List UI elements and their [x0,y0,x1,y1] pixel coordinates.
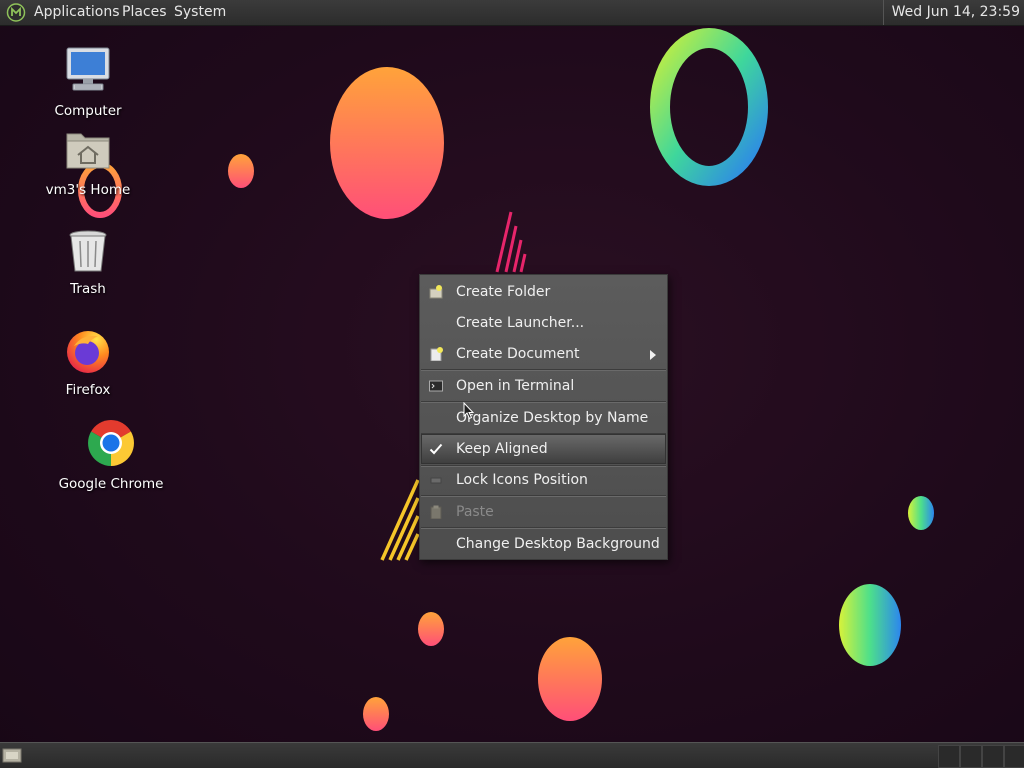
desktop-context-menu: Create Folder Create Launcher... Create … [419,274,668,560]
workspace-1[interactable] [938,745,960,768]
menu-item-label: Open in Terminal [456,378,575,394]
home-folder-icon [66,133,110,169]
menu-item-open-terminal[interactable]: Open in Terminal [421,371,666,401]
workspace-4[interactable] [1004,745,1024,768]
paste-icon [430,505,442,519]
computer-icon [66,47,110,91]
new-folder-icon [429,285,443,299]
menu-item-paste: Paste [421,497,666,527]
menu-item-create-folder[interactable]: Create Folder [421,277,666,307]
menu-item-label: Organize Desktop by Name [456,410,649,426]
menu-item-create-document[interactable]: Create Document [421,339,666,369]
show-desktop-icon[interactable] [2,747,22,764]
mouse-cursor-icon [463,402,475,420]
top-panel: Applications Places System Wed Jun 14, 2… [0,0,1024,26]
chrome-label: Google Chrome [58,476,164,492]
menu-item-label: Keep Aligned [456,441,548,457]
places-menu[interactable]: Places [122,4,167,20]
mate-logo-icon[interactable] [6,3,26,22]
menu-item-label: Paste [456,504,494,520]
menu-item-label: Create Folder [456,284,551,300]
chrome-icon [88,420,134,466]
new-document-icon [430,347,443,361]
home-label: vm3's Home [45,182,131,198]
menu-item-label: Lock Icons Position [456,472,588,488]
submenu-arrow-icon [650,350,656,360]
clock[interactable]: Wed Jun 14, 23:59 [882,0,1024,25]
trash-label: Trash [70,281,106,297]
menu-item-label: Create Document [456,346,580,362]
menu-item-organize-desktop[interactable]: Organize Desktop by Name [421,403,666,433]
firefox-label: Firefox [65,382,111,398]
applications-menu[interactable]: Applications [34,4,120,20]
menu-item-lock-icons[interactable]: Lock Icons Position [421,465,666,495]
terminal-icon [429,380,443,392]
trash-icon [69,230,107,272]
checkmark-icon [429,443,443,455]
menu-item-label: Change Desktop Background [456,536,660,552]
menu-item-change-background[interactable]: Change Desktop Background [421,529,666,559]
workspace-3[interactable] [982,745,1004,768]
desktop-icon-computer[interactable]: Computer [48,45,128,119]
lock-icon [430,477,442,484]
workspace-2[interactable] [960,745,982,768]
system-menu[interactable]: System [174,4,226,20]
menu-item-keep-aligned[interactable]: Keep Aligned [421,434,666,464]
desktop-icon-home[interactable]: vm3's Home [40,128,136,198]
desktop-icon-firefox[interactable]: Firefox [48,326,128,398]
menu-item-create-launcher[interactable]: Create Launcher... [421,308,666,338]
desktop-icon-trash[interactable]: Trash [48,229,128,297]
firefox-icon [67,331,109,373]
computer-label: Computer [54,103,122,119]
desktop-icon-chrome[interactable]: Google Chrome [56,418,166,492]
menu-item-label: Create Launcher... [456,315,585,331]
bottom-panel [0,742,1024,768]
